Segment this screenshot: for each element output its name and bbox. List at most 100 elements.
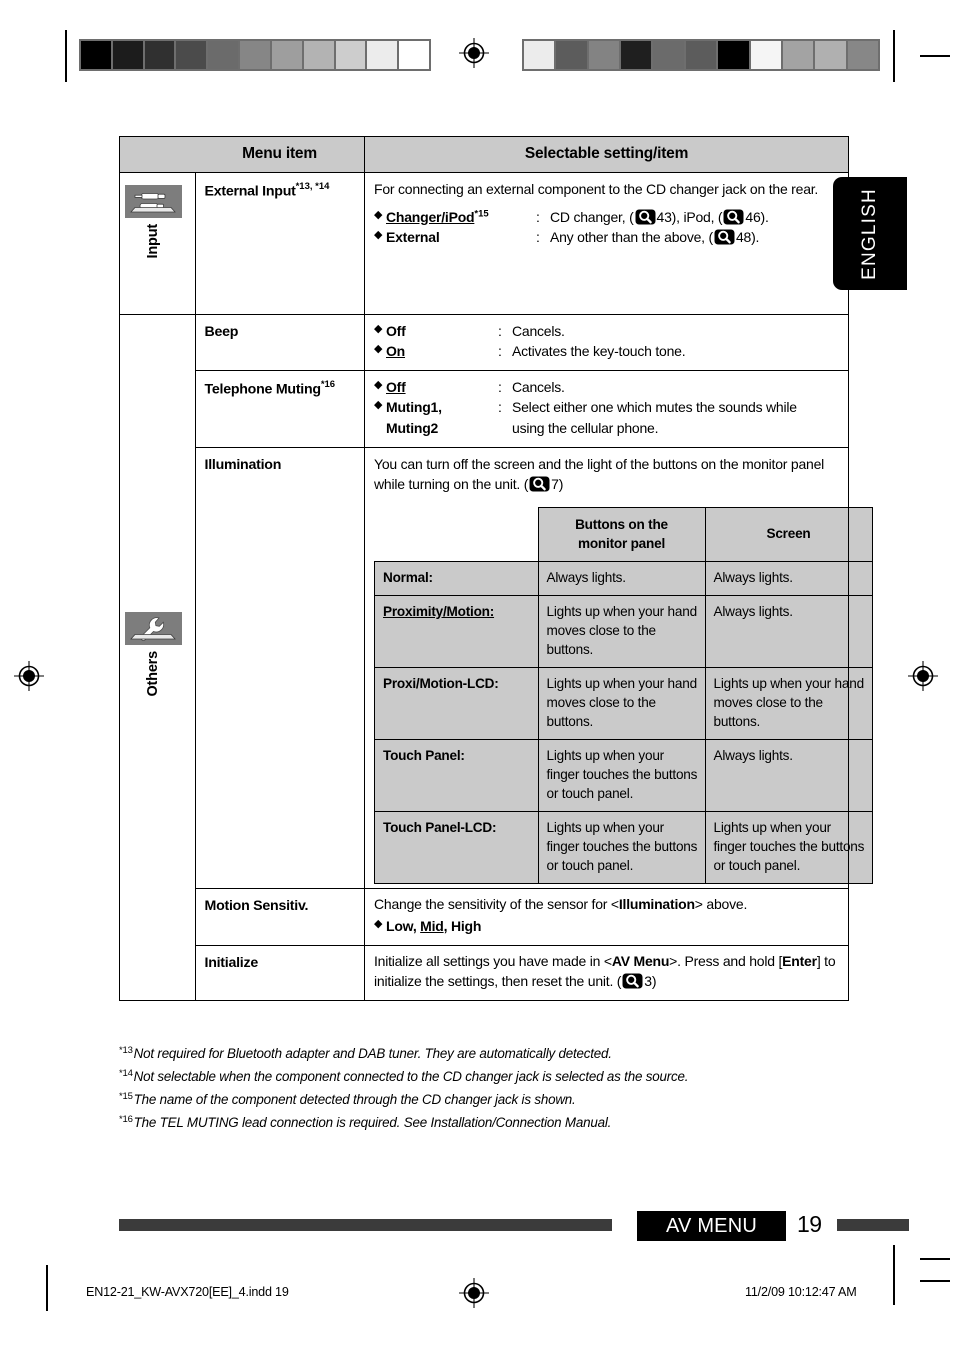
external-input-intro: For connecting an external component to … bbox=[374, 181, 819, 197]
diamond-bullet-icon: ◆ bbox=[374, 343, 383, 356]
init-desc-bold-avmenu: AV Menu bbox=[611, 953, 670, 970]
menu-item-label: Beep bbox=[204, 324, 239, 340]
group-cell-others bbox=[119, 314, 196, 1001]
calibration-swatch bbox=[524, 41, 555, 69]
calibration-swatch bbox=[588, 41, 620, 69]
footnote-text-15: The name of the component detected throu… bbox=[133, 1092, 576, 1108]
subtable-label-touch-panel-lcd: Touch Panel-LCD: bbox=[374, 810, 539, 885]
page-ref-7: 7 bbox=[551, 475, 559, 492]
menu-item-label: Initialize bbox=[204, 955, 259, 972]
calibration-swatch bbox=[112, 41, 143, 69]
footnotes-block: *13Not required for Bluetooth adapter an… bbox=[119, 1042, 839, 1134]
settings-table: Menu item Selectable setting/item Extern… bbox=[119, 136, 873, 1001]
menu-item-cell-initialize: Initialize bbox=[194, 945, 365, 1001]
subtable-header-screen: Screen bbox=[704, 506, 873, 562]
calibration-swatch bbox=[399, 41, 429, 69]
imprint-filename: EN12-21_KW-AVX720[EE]_4.indd 19 bbox=[86, 1285, 289, 1299]
calibration-swatch bbox=[335, 41, 366, 69]
calibration-bar-right bbox=[522, 39, 880, 71]
subtable-label-proxi-motion-lcd: Proxi/Motion-LCD: bbox=[374, 666, 539, 740]
table-header-menu-item: Menu item bbox=[195, 136, 365, 173]
option-row-motion-levels: ◆ Low, Mid, High bbox=[374, 916, 840, 936]
footer-rule-left bbox=[119, 1219, 612, 1231]
calibration-swatch bbox=[208, 41, 239, 69]
subtable-blank-cell bbox=[374, 507, 539, 562]
footnote-marker-13: *13 bbox=[119, 1044, 133, 1056]
diamond-bullet-icon: ◆ bbox=[374, 323, 383, 335]
menu-item-cell-external-input: External Input*13, *14 bbox=[194, 172, 365, 315]
option-label-changer-ipod: Changer/iPod bbox=[386, 208, 475, 225]
calibration-swatch bbox=[144, 41, 175, 69]
option-label-external: External bbox=[386, 229, 440, 246]
footer-section-badge: AV MENU bbox=[637, 1211, 786, 1241]
subtable-screen-normal: Always lights. bbox=[704, 560, 873, 596]
init-desc-pre: Initialize all settings you have made in… bbox=[374, 953, 612, 970]
option-colon: : bbox=[536, 208, 540, 225]
option-value-muting12: Select either one which mutes the sounds… bbox=[512, 397, 840, 437]
diamond-bullet-icon: ◆ bbox=[374, 229, 383, 242]
option-colon: : bbox=[498, 323, 502, 339]
calibration-swatch bbox=[621, 41, 652, 69]
option-value-line2: using the cellular phone. bbox=[512, 419, 659, 436]
registration-mark-left bbox=[14, 661, 44, 691]
calibration-swatch bbox=[81, 41, 111, 69]
subtable-buttons-touch-panel: Lights up when your finger touches the b… bbox=[537, 738, 706, 812]
motion-desc-bold: Illumination bbox=[618, 896, 695, 912]
value-pre: CD changer, ( bbox=[550, 208, 634, 225]
subtable-header-buttons-line1: Buttons on the bbox=[575, 516, 668, 532]
menu-item-label: Telephone Muting bbox=[204, 381, 322, 398]
setting-cell-motion-sensitiv: Change the sensitivity of the sensor for… bbox=[364, 887, 849, 947]
option-label-muting1-line1: Muting1, bbox=[386, 399, 442, 416]
option-label-beep-off: Off bbox=[386, 323, 406, 339]
calibration-bar-left bbox=[79, 39, 431, 71]
option-value-line1: Select either one which mutes the sounds… bbox=[512, 399, 797, 416]
diamond-bullet-icon: ◆ bbox=[374, 399, 383, 412]
footnote-13: *13Not required for Bluetooth adapter an… bbox=[119, 1042, 839, 1065]
footnote-text-16: The TEL MUTING lead connection is requir… bbox=[133, 1115, 612, 1131]
option-label-muting-off: Off bbox=[386, 379, 406, 396]
magnifier-icon bbox=[723, 209, 744, 225]
init-desc-mid: >. Press and hold [ bbox=[669, 953, 783, 970]
motion-desc-post: > above. bbox=[694, 896, 748, 912]
footnote-text-13: Not required for Bluetooth adapter and D… bbox=[133, 1046, 612, 1061]
init-desc-post: ) bbox=[651, 972, 657, 989]
magnifier-icon bbox=[714, 229, 735, 245]
menu-item-label: External Input bbox=[204, 183, 296, 200]
table-header-selectable: Selectable setting/item bbox=[364, 136, 849, 173]
calibration-swatch bbox=[782, 41, 814, 69]
table-row-telephone-muting: Telephone Muting*16 ◆ Off : Cancels. ◆ M… bbox=[120, 370, 849, 448]
option-value-muting-off: Cancels. bbox=[512, 379, 565, 396]
subtable-screen-touch-panel: Always lights. bbox=[704, 738, 873, 812]
calibration-swatch bbox=[240, 41, 270, 69]
illum-desc-post: ) bbox=[558, 475, 564, 492]
imprint-timestamp: 11/2/09 10:12:47 AM bbox=[745, 1285, 857, 1299]
setting-cell-external-input: For connecting an external component to … bbox=[364, 172, 849, 315]
page-ref-48: 48 bbox=[735, 229, 752, 246]
registration-mark-right bbox=[908, 661, 938, 691]
calibration-swatch bbox=[847, 41, 878, 69]
trim-line-top-right-h bbox=[920, 55, 950, 57]
calibration-swatch bbox=[271, 41, 302, 69]
table-header-icon-col bbox=[119, 136, 195, 173]
value-post: ). bbox=[751, 229, 760, 246]
subtable-screen-proxi-motion-lcd: Lights up when your hand moves close to … bbox=[704, 666, 873, 740]
motion-desc-pre: Change the sensitivity of the sensor for… bbox=[374, 896, 619, 912]
subtable-row-normal: Normal: Always lights. Always lights. bbox=[374, 560, 873, 596]
page-ref-3: 3 bbox=[644, 972, 652, 989]
footnote-15: *15The name of the component detected th… bbox=[119, 1088, 839, 1111]
table-row-beep: Beep ◆ Off : Cancels. ◆ On : Activates t… bbox=[119, 313, 849, 1001]
option-low: Low, bbox=[386, 917, 421, 934]
subtable-screen-proximity-motion: Always lights. bbox=[704, 594, 873, 668]
footnote-marker-16: *16 bbox=[119, 1113, 133, 1125]
table-row-initialize: Initialize Initialize all settings you h… bbox=[120, 945, 849, 1001]
subtable-buttons-normal: Always lights. bbox=[537, 560, 706, 596]
menu-item-cell-telephone-muting: Telephone Muting*16 bbox=[194, 370, 365, 448]
option-row-muting-off: ◆ Off : Cancels. bbox=[374, 377, 840, 397]
table-row-motion-sensitiv: Motion Sensitiv. Change the sensitivity … bbox=[120, 887, 849, 947]
trim-line-top-right bbox=[893, 30, 895, 82]
menu-item-footnote-ref: *13, *14 bbox=[295, 181, 330, 192]
footnote-marker-15: *15 bbox=[119, 1090, 133, 1102]
magnifier-icon bbox=[622, 973, 643, 989]
magnifier-icon bbox=[529, 476, 550, 492]
trim-line-bottom-right-h1 bbox=[920, 1258, 950, 1260]
